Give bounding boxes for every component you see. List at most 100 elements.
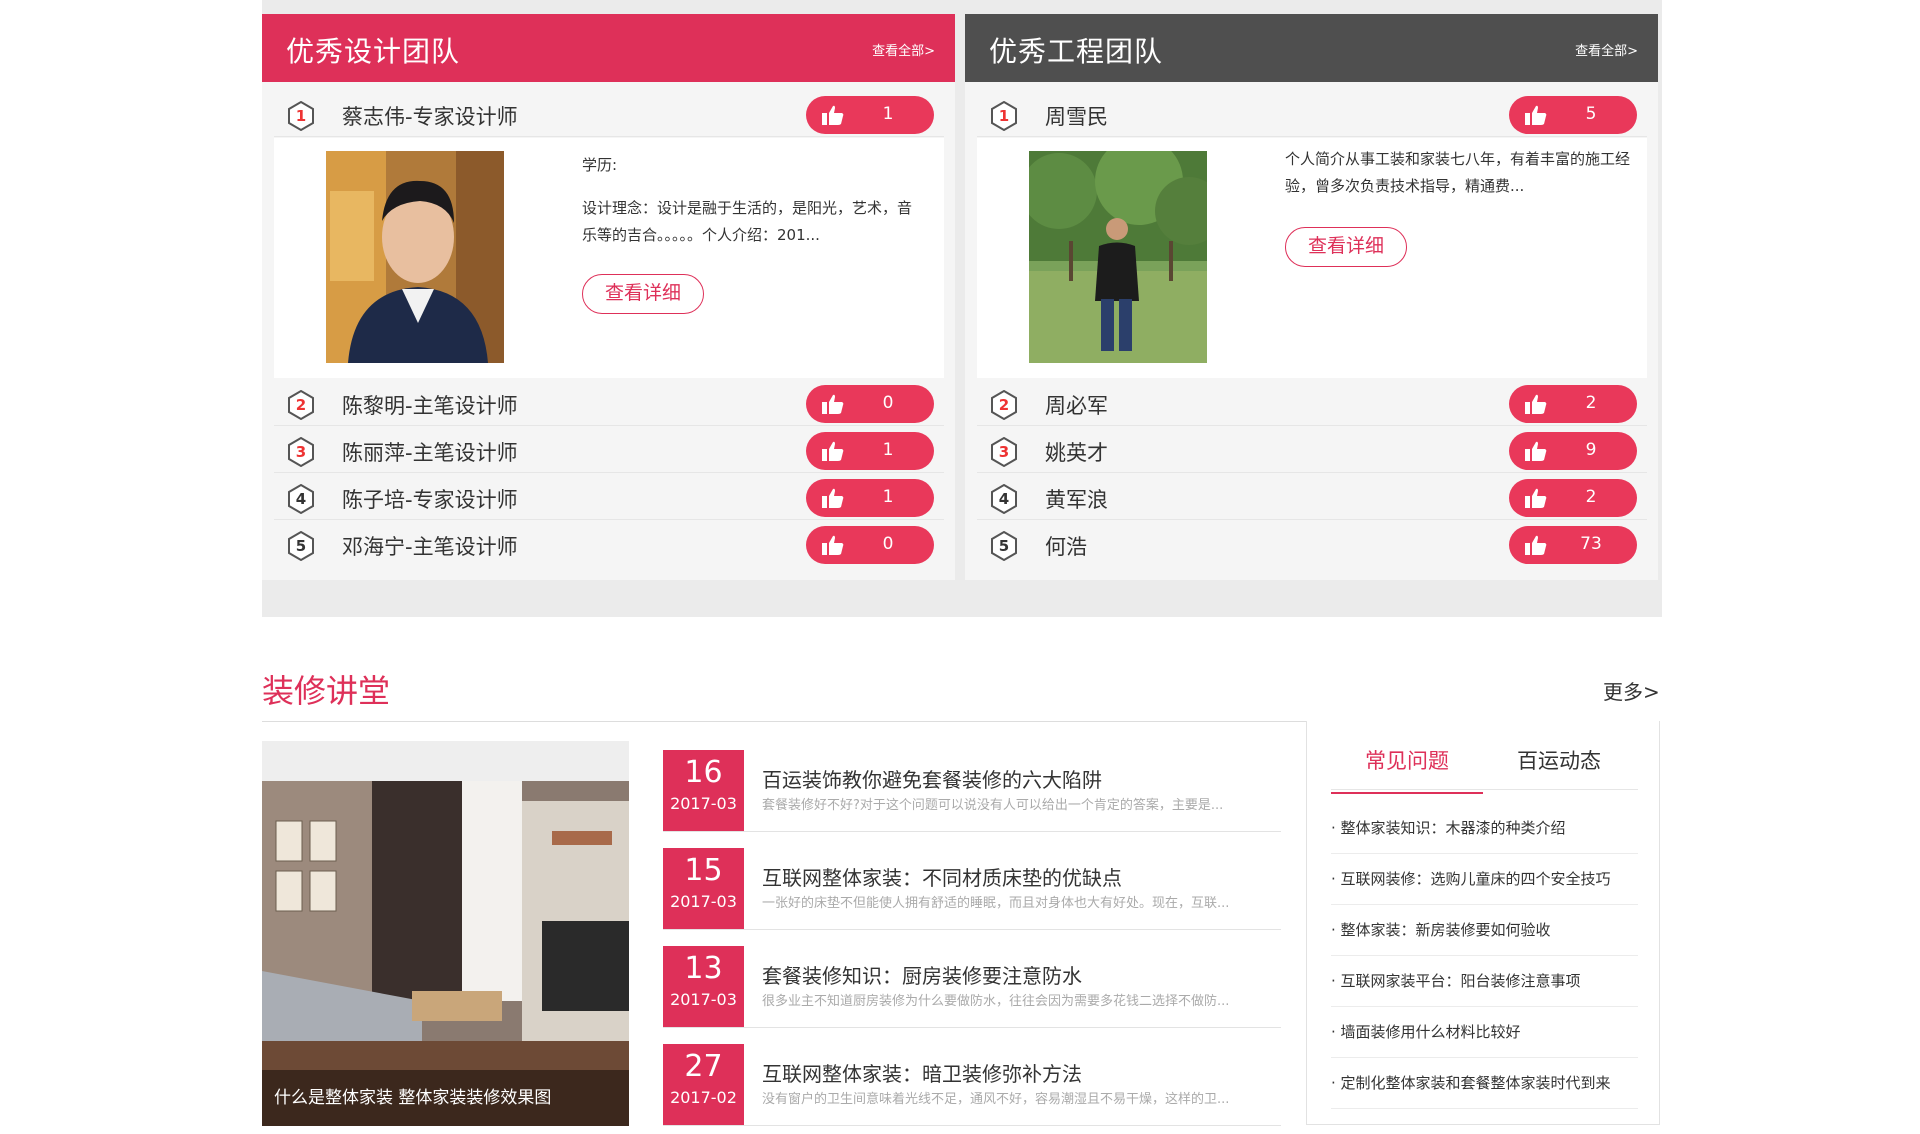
member-name[interactable]: 陈丽萍-主笔设计师 — [342, 437, 518, 467]
faq-item[interactable]: · 定制化整体家装和套餐整体家装时代到来 — [1331, 1058, 1638, 1109]
news-year-month: 2017-02 — [670, 1088, 737, 1107]
like-count: 2 — [1585, 487, 1597, 507]
faq-item[interactable]: · 墙面装修用什么材料比较好 — [1331, 1007, 1638, 1058]
design-member-row[interactable]: 4 陈子培-专家设计师 1 — [274, 476, 944, 520]
like-count: 1 — [882, 440, 894, 460]
thumbs-up-icon — [1525, 488, 1547, 508]
news-item[interactable]: 13 2017-03 套餐装修知识：厨房装修要注意防水 很多业主不知道厨房装修为… — [663, 946, 1281, 1028]
rank-number: 4 — [295, 490, 307, 508]
news-summary: 很多业主不知道厨房装修为什么要做防水，往往会因为需要多花钱二选择不做防... — [762, 994, 1230, 1009]
member-name[interactable]: 何浩 — [1045, 531, 1087, 561]
design-team-header: 优秀设计团队 查看全部> — [262, 14, 955, 82]
member-name[interactable]: 邓海宁-主笔设计师 — [342, 531, 518, 561]
team-section: 优秀设计团队 查看全部> 1 蔡志伟-专家设计师 1 学历: 设计理念：设计是融… — [262, 0, 1662, 617]
faq-item[interactable]: · 整体家装：新房装修要如何验收 — [1331, 905, 1638, 956]
member-name[interactable]: 周雪民 — [1045, 101, 1108, 131]
design-member-row-1[interactable]: 1 蔡志伟-专家设计师 1 — [274, 93, 944, 137]
like-button[interactable]: 9 — [1509, 432, 1637, 470]
like-button[interactable]: 0 — [806, 526, 934, 564]
design-team-panel: 优秀设计团队 查看全部> 1 蔡志伟-专家设计师 1 学历: 设计理念：设计是融… — [262, 14, 955, 580]
like-count: 0 — [882, 393, 894, 413]
like-button[interactable]: 1 — [806, 96, 934, 134]
thumbs-up-icon — [1525, 105, 1547, 125]
faq-tab-divider — [1331, 789, 1638, 790]
like-button[interactable]: 73 — [1509, 526, 1637, 564]
news-date-badge: 15 2017-03 — [663, 848, 744, 929]
thumbs-up-icon — [822, 535, 844, 555]
rank-badge: 4 — [286, 484, 316, 514]
rank-badge: 5 — [989, 531, 1019, 561]
rank-number: 4 — [998, 490, 1010, 508]
member-name[interactable]: 姚英才 — [1045, 437, 1108, 467]
rank-number: 2 — [295, 396, 307, 414]
thumbs-up-icon — [822, 105, 844, 125]
news-title[interactable]: 互联网整体家装：不同材质床垫的优缺点 — [762, 862, 1122, 891]
lecture-feature-image[interactable]: 什么是整体家装 整体家装装修效果图 — [262, 741, 629, 1126]
rank-badge: 3 — [286, 437, 316, 467]
lecture-more-link[interactable]: 更多> — [1603, 676, 1660, 705]
engineer-detail-button[interactable]: 查看详细 — [1285, 227, 1407, 267]
news-title[interactable]: 套餐装修知识：厨房装修要注意防水 — [762, 960, 1082, 989]
like-button[interactable]: 0 — [806, 385, 934, 423]
news-title[interactable]: 互联网整体家装：暗卫装修弥补方法 — [762, 1058, 1082, 1087]
news-date-badge: 13 2017-03 — [663, 946, 744, 1027]
like-count: 1 — [882, 487, 894, 507]
news-year-month: 2017-03 — [670, 990, 737, 1009]
member-name[interactable]: 周必军 — [1045, 390, 1108, 420]
engineering-member-row[interactable]: 3 姚英才 9 — [977, 429, 1647, 473]
tab-news[interactable]: 百运动态 — [1483, 745, 1635, 792]
design-team-view-all-link[interactable]: 查看全部> — [872, 40, 935, 59]
news-summary: 没有窗户的卫生间意味着光线不足，通风不好，容易潮湿且不易干燥，这样的卫... — [762, 1092, 1230, 1107]
engineer-description: 个人简介从事工装和家装七八年，有着丰富的施工经验，曾多次负责技术指导，精通费..… — [1285, 150, 1631, 195]
faq-item[interactable]: · 互联网家装平台：阳台装修注意事项 — [1331, 956, 1638, 1007]
designer-detail-button[interactable]: 查看详细 — [582, 274, 704, 314]
news-date-badge: 16 2017-03 — [663, 750, 744, 831]
engineering-member-row[interactable]: 4 黄军浪 2 — [977, 476, 1647, 520]
thumbs-up-icon — [1525, 394, 1547, 414]
like-button[interactable]: 2 — [1509, 385, 1637, 423]
member-name[interactable]: 蔡志伟-专家设计师 — [342, 101, 518, 131]
like-button[interactable]: 2 — [1509, 479, 1637, 517]
like-button[interactable]: 5 — [1509, 96, 1637, 134]
thumbs-up-icon — [822, 488, 844, 508]
member-name[interactable]: 黄军浪 — [1045, 484, 1108, 514]
designer-description: 设计理念：设计是融于生活的，是阳光，艺术，音乐等的吉合。。。。。个人介绍：201… — [582, 199, 913, 244]
design-member-row[interactable]: 2 陈黎明-主笔设计师 0 — [274, 382, 944, 426]
rank-number: 1 — [998, 107, 1010, 125]
engineering-member-row[interactable]: 5 何浩 73 — [977, 523, 1647, 567]
like-button[interactable]: 1 — [806, 432, 934, 470]
member-name[interactable]: 陈子培-专家设计师 — [342, 484, 518, 514]
like-count: 1 — [882, 104, 894, 124]
news-day: 15 — [684, 853, 723, 888]
engineering-featured-card: 个人简介从事工装和家装七八年，有着丰富的施工经验，曾多次负责技术指导，精通费..… — [977, 138, 1647, 378]
engineering-team-view-all-link[interactable]: 查看全部> — [1575, 40, 1638, 59]
news-title[interactable]: 百运装饰教你避免套餐装修的六大陷阱 — [762, 764, 1102, 793]
news-item[interactable]: 16 2017-03 百运装饰教你避免套餐装修的六大陷阱 套餐装修好不好?对于这… — [663, 750, 1281, 832]
engineering-team-panel: 优秀工程团队 查看全部> 1 周雪民 5 个人简介从事工装和家装七八年，有着丰富… — [965, 14, 1658, 580]
tab-faq[interactable]: 常见问题 — [1331, 745, 1483, 794]
design-member-row[interactable]: 5 邓海宁-主笔设计师 0 — [274, 523, 944, 567]
news-item[interactable]: 15 2017-03 互联网整体家装：不同材质床垫的优缺点 一张好的床垫不但能使… — [663, 848, 1281, 930]
news-year-month: 2017-03 — [670, 892, 737, 911]
like-count: 5 — [1585, 104, 1597, 124]
like-button[interactable]: 1 — [806, 479, 934, 517]
like-count: 2 — [1585, 393, 1597, 413]
lecture-feature-caption[interactable]: 什么是整体家装 整体家装装修效果图 — [262, 1070, 629, 1126]
engineering-member-row[interactable]: 2 周必军 2 — [977, 382, 1647, 426]
thumbs-up-icon — [822, 441, 844, 461]
rank-badge: 2 — [989, 390, 1019, 420]
faq-item[interactable]: · 整体家装知识：木器漆的种类介绍 — [1331, 803, 1638, 854]
design-member-row[interactable]: 3 陈丽萍-主笔设计师 1 — [274, 429, 944, 473]
faq-item[interactable]: · 互联网装修：选购儿童床的四个安全技巧 — [1331, 854, 1638, 905]
rank-number: 1 — [295, 107, 307, 125]
designer-education: 学历: — [582, 156, 618, 174]
rank-number: 5 — [295, 537, 307, 555]
member-name[interactable]: 陈黎明-主笔设计师 — [342, 390, 518, 420]
rank-badge: 3 — [989, 437, 1019, 467]
engineer-photo — [1029, 151, 1207, 363]
thumbs-up-icon — [822, 394, 844, 414]
rank-badge: 5 — [286, 531, 316, 561]
engineering-member-row-1[interactable]: 1 周雪民 5 — [977, 93, 1647, 137]
news-item[interactable]: 27 2017-02 互联网整体家装：暗卫装修弥补方法 没有窗户的卫生间意味着光… — [663, 1044, 1281, 1126]
news-date-badge: 27 2017-02 — [663, 1044, 744, 1125]
